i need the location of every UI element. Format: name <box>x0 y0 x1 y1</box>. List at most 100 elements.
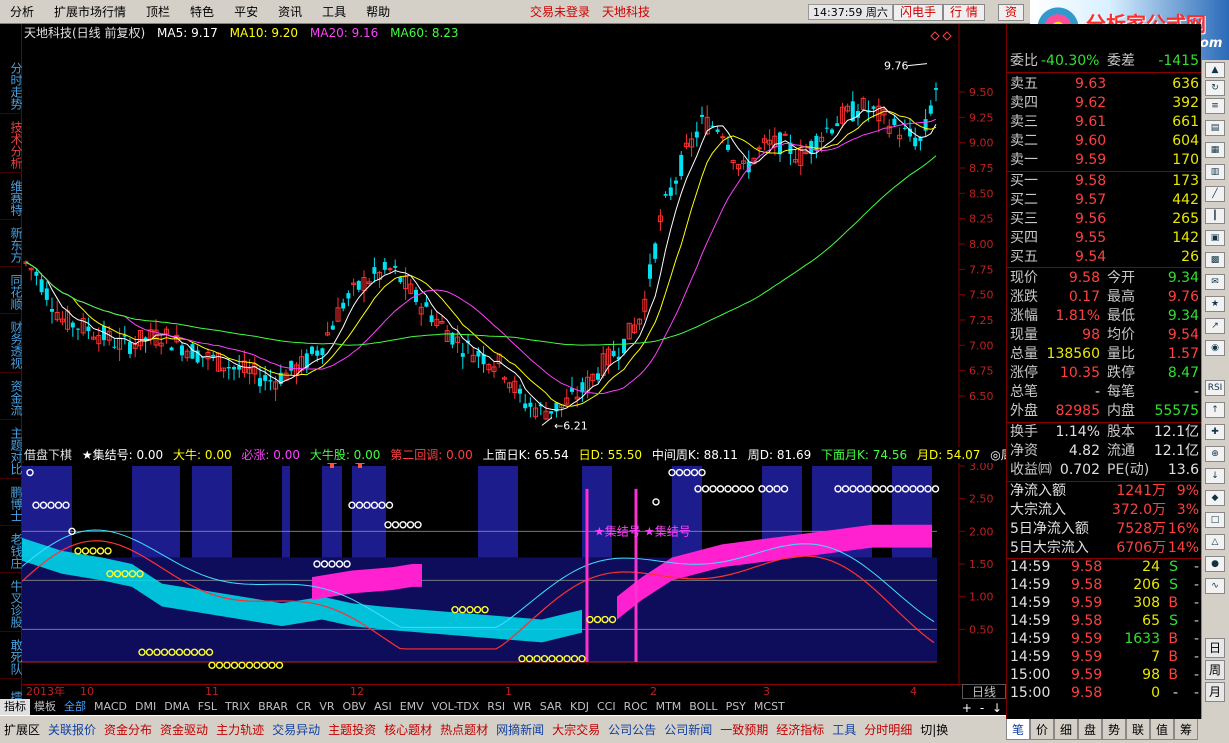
ind-mcst[interactable]: MCST <box>750 699 789 715</box>
ask-row[interactable]: 卖二 9.60 604 <box>1007 132 1202 151</box>
side-bar-icon[interactable]: ▥ <box>1205 164 1225 180</box>
side-up-icon[interactable]: ▲ <box>1205 62 1225 78</box>
period-day-button[interactable]: 日 <box>1205 638 1225 658</box>
chart-area[interactable]: 9.50 9.25 9.00 8.75 8.50 8.25 8.00 7.75 7.50 7.25… <box>22 24 1054 684</box>
side-list-icon[interactable]: ≡ <box>1205 98 1225 114</box>
flow-row[interactable]: 净流入额 1241万 9% <box>1007 482 1202 501</box>
zoom-out-icon[interactable]: - <box>980 701 984 715</box>
tick-row[interactable]: 14:59 9.58 206 S - <box>1007 576 1202 595</box>
period-week-button[interactable]: 周 <box>1205 660 1225 680</box>
bid-row[interactable]: 买二 9.57 442 <box>1007 191 1202 210</box>
panel-tab-trades[interactable]: 笔 <box>1006 718 1030 740</box>
bid-row[interactable]: 买一 9.58 173 <box>1007 172 1202 191</box>
side-chart-icon[interactable]: ▤ <box>1205 120 1225 136</box>
ind-cci[interactable]: CCI <box>593 699 620 715</box>
tick-row[interactable]: 14:59 9.58 65 S - <box>1007 612 1202 631</box>
ind-asi[interactable]: ASI <box>370 699 396 715</box>
status-trade-anomaly[interactable]: 交易异动 <box>268 720 324 740</box>
panel-tab-detail[interactable]: 细 <box>1054 718 1078 740</box>
side-tri-icon[interactable]: △ <box>1205 534 1225 550</box>
side-box-icon[interactable]: □ <box>1205 512 1225 528</box>
menu-features[interactable]: 特色 <box>180 0 224 24</box>
status-fund-dist[interactable]: 资金分布 <box>100 720 156 740</box>
ind-fsl[interactable]: FSL <box>194 699 221 715</box>
tab-financial[interactable]: 财务透视 <box>0 317 23 373</box>
ind-emv[interactable]: EMV <box>396 699 428 715</box>
stat-row[interactable]: 总笔 - 每笔 - <box>1007 383 1202 402</box>
flash-trade-button[interactable]: 闪电手 <box>893 4 944 21</box>
status-related-quotes[interactable]: 关联报价 <box>44 720 100 740</box>
side-dot-icon[interactable]: ● <box>1205 556 1225 572</box>
stat-row[interactable]: 现价 9.58 今开 9.34 <box>1007 269 1202 288</box>
panel-tab-linked[interactable]: 联 <box>1126 718 1150 740</box>
tab-theme-compare[interactable]: 主题对比 <box>0 423 23 479</box>
ind-vr[interactable]: VR <box>315 699 338 715</box>
stat-row[interactable]: 总量 138560 量比 1.57 <box>1007 345 1202 364</box>
status-block-trade[interactable]: 大宗交易 <box>548 720 604 740</box>
ind-rsi[interactable]: RSI <box>483 699 509 715</box>
panel-tab-trend[interactable]: 势 <box>1102 718 1126 740</box>
ind-brar[interactable]: BRAR <box>254 699 292 715</box>
side-news-icon[interactable]: ✉ <box>1205 274 1225 290</box>
ask-row[interactable]: 卖五 9.63 636 <box>1007 75 1202 94</box>
ind-sar[interactable]: SAR <box>536 699 566 715</box>
ind-dmi[interactable]: DMI <box>131 699 160 715</box>
period-month-button[interactable]: 月 <box>1205 682 1225 702</box>
side-kline-icon[interactable]: ┃ <box>1205 208 1225 224</box>
tab-xindongfang[interactable]: 新东方 <box>0 223 23 267</box>
side-down-icon[interactable]: ↓ <box>1205 468 1225 484</box>
side-grid-icon[interactable]: ▦ <box>1205 142 1225 158</box>
bid-row[interactable]: 买四 9.55 142 <box>1007 229 1202 248</box>
tick-row[interactable]: 15:00 9.59 98 B - <box>1007 666 1202 685</box>
tick-row[interactable]: 15:00 9.58 0- - <box>1007 684 1202 703</box>
stat-row[interactable]: 现量 98 均价 9.54 <box>1007 326 1202 345</box>
status-econ[interactable]: 经济指标 <box>772 720 828 740</box>
quote-button[interactable]: 行 情 <box>943 4 985 21</box>
stat-row[interactable]: 涨幅 1.81% 最低 9.34 <box>1007 307 1202 326</box>
menu-tools[interactable]: 工具 <box>312 0 356 24</box>
menu-ext-market[interactable]: 扩展市场行情 <box>44 0 136 24</box>
tick-row[interactable]: 14:59 9.59 1633 B - <box>1007 630 1202 649</box>
side-rsi-button[interactable]: RSI <box>1205 380 1225 396</box>
ind-roc[interactable]: ROC <box>620 699 652 715</box>
menu-topbar[interactable]: 顶栏 <box>136 0 180 24</box>
status-tick-detail[interactable]: 分时明细 <box>860 720 916 740</box>
ind-obv[interactable]: OBV <box>339 699 370 715</box>
panel-tab-price[interactable]: 价 <box>1030 718 1054 740</box>
status-ext-area[interactable]: 扩展区 <box>0 720 44 740</box>
panel-tab-book[interactable]: 盘 <box>1078 718 1102 740</box>
flow-row[interactable]: 5日大宗流入 6706万 14% <box>1007 539 1202 558</box>
side-rise-icon[interactable]: ↗ <box>1205 318 1225 334</box>
status-announcements[interactable]: 公司公告 <box>604 720 660 740</box>
menu-analysis[interactable]: 分析 <box>0 0 44 24</box>
zoom-in-icon[interactable]: + <box>962 701 972 715</box>
tab-weisaite[interactable]: 维赛特 <box>0 176 23 220</box>
side-circle-icon[interactable]: ◉ <box>1205 340 1225 356</box>
ind-tab-indicator[interactable]: 指标 <box>0 699 30 715</box>
ind-dma[interactable]: DMA <box>160 699 194 715</box>
status-fund-drive[interactable]: 资金驱动 <box>156 720 212 740</box>
side-cal-icon[interactable]: ▣ <box>1205 230 1225 246</box>
tab-diagnose[interactable]: 牛叉诊股 <box>0 576 23 632</box>
status-switch[interactable]: 切|换 <box>916 720 952 740</box>
tab-technical[interactable]: 技术分析 <box>0 117 23 173</box>
side-wave-icon[interactable]: ∿ <box>1205 578 1225 594</box>
side-refresh-icon[interactable]: ↻ <box>1205 80 1225 96</box>
menu-news[interactable]: 资讯 <box>268 0 312 24</box>
status-company-news[interactable]: 公司新闻 <box>660 720 716 740</box>
ind-vol-tdx[interactable]: VOL-TDX <box>428 699 484 715</box>
flow-row[interactable]: 大宗流入 372.0万 3% <box>1007 501 1202 520</box>
side-star-icon[interactable]: ★ <box>1205 296 1225 312</box>
status-core-topic[interactable]: 核心题材 <box>380 720 436 740</box>
menu-pingan[interactable]: 平安 <box>224 0 268 24</box>
bid-row[interactable]: 买五 9.54 26 <box>1007 248 1202 267</box>
stat-row[interactable]: 涨跌 0.17 最高 9.76 <box>1007 288 1202 307</box>
status-tools[interactable]: 工具 <box>828 720 860 740</box>
ind-wr[interactable]: WR <box>509 699 536 715</box>
panel-tab-chips[interactable]: 筹 <box>1174 718 1198 740</box>
tick-row[interactable]: 14:59 9.58 24 S - <box>1007 558 1202 577</box>
tab-laoqianzhuang[interactable]: 老钱庄 <box>0 529 23 573</box>
stat2-row[interactable]: 净资 4.82 流通 12.1亿 <box>1007 442 1202 461</box>
tab-tonghuashun[interactable]: 同花顺 <box>0 270 23 314</box>
side-line-icon[interactable]: ╱ <box>1205 186 1225 202</box>
